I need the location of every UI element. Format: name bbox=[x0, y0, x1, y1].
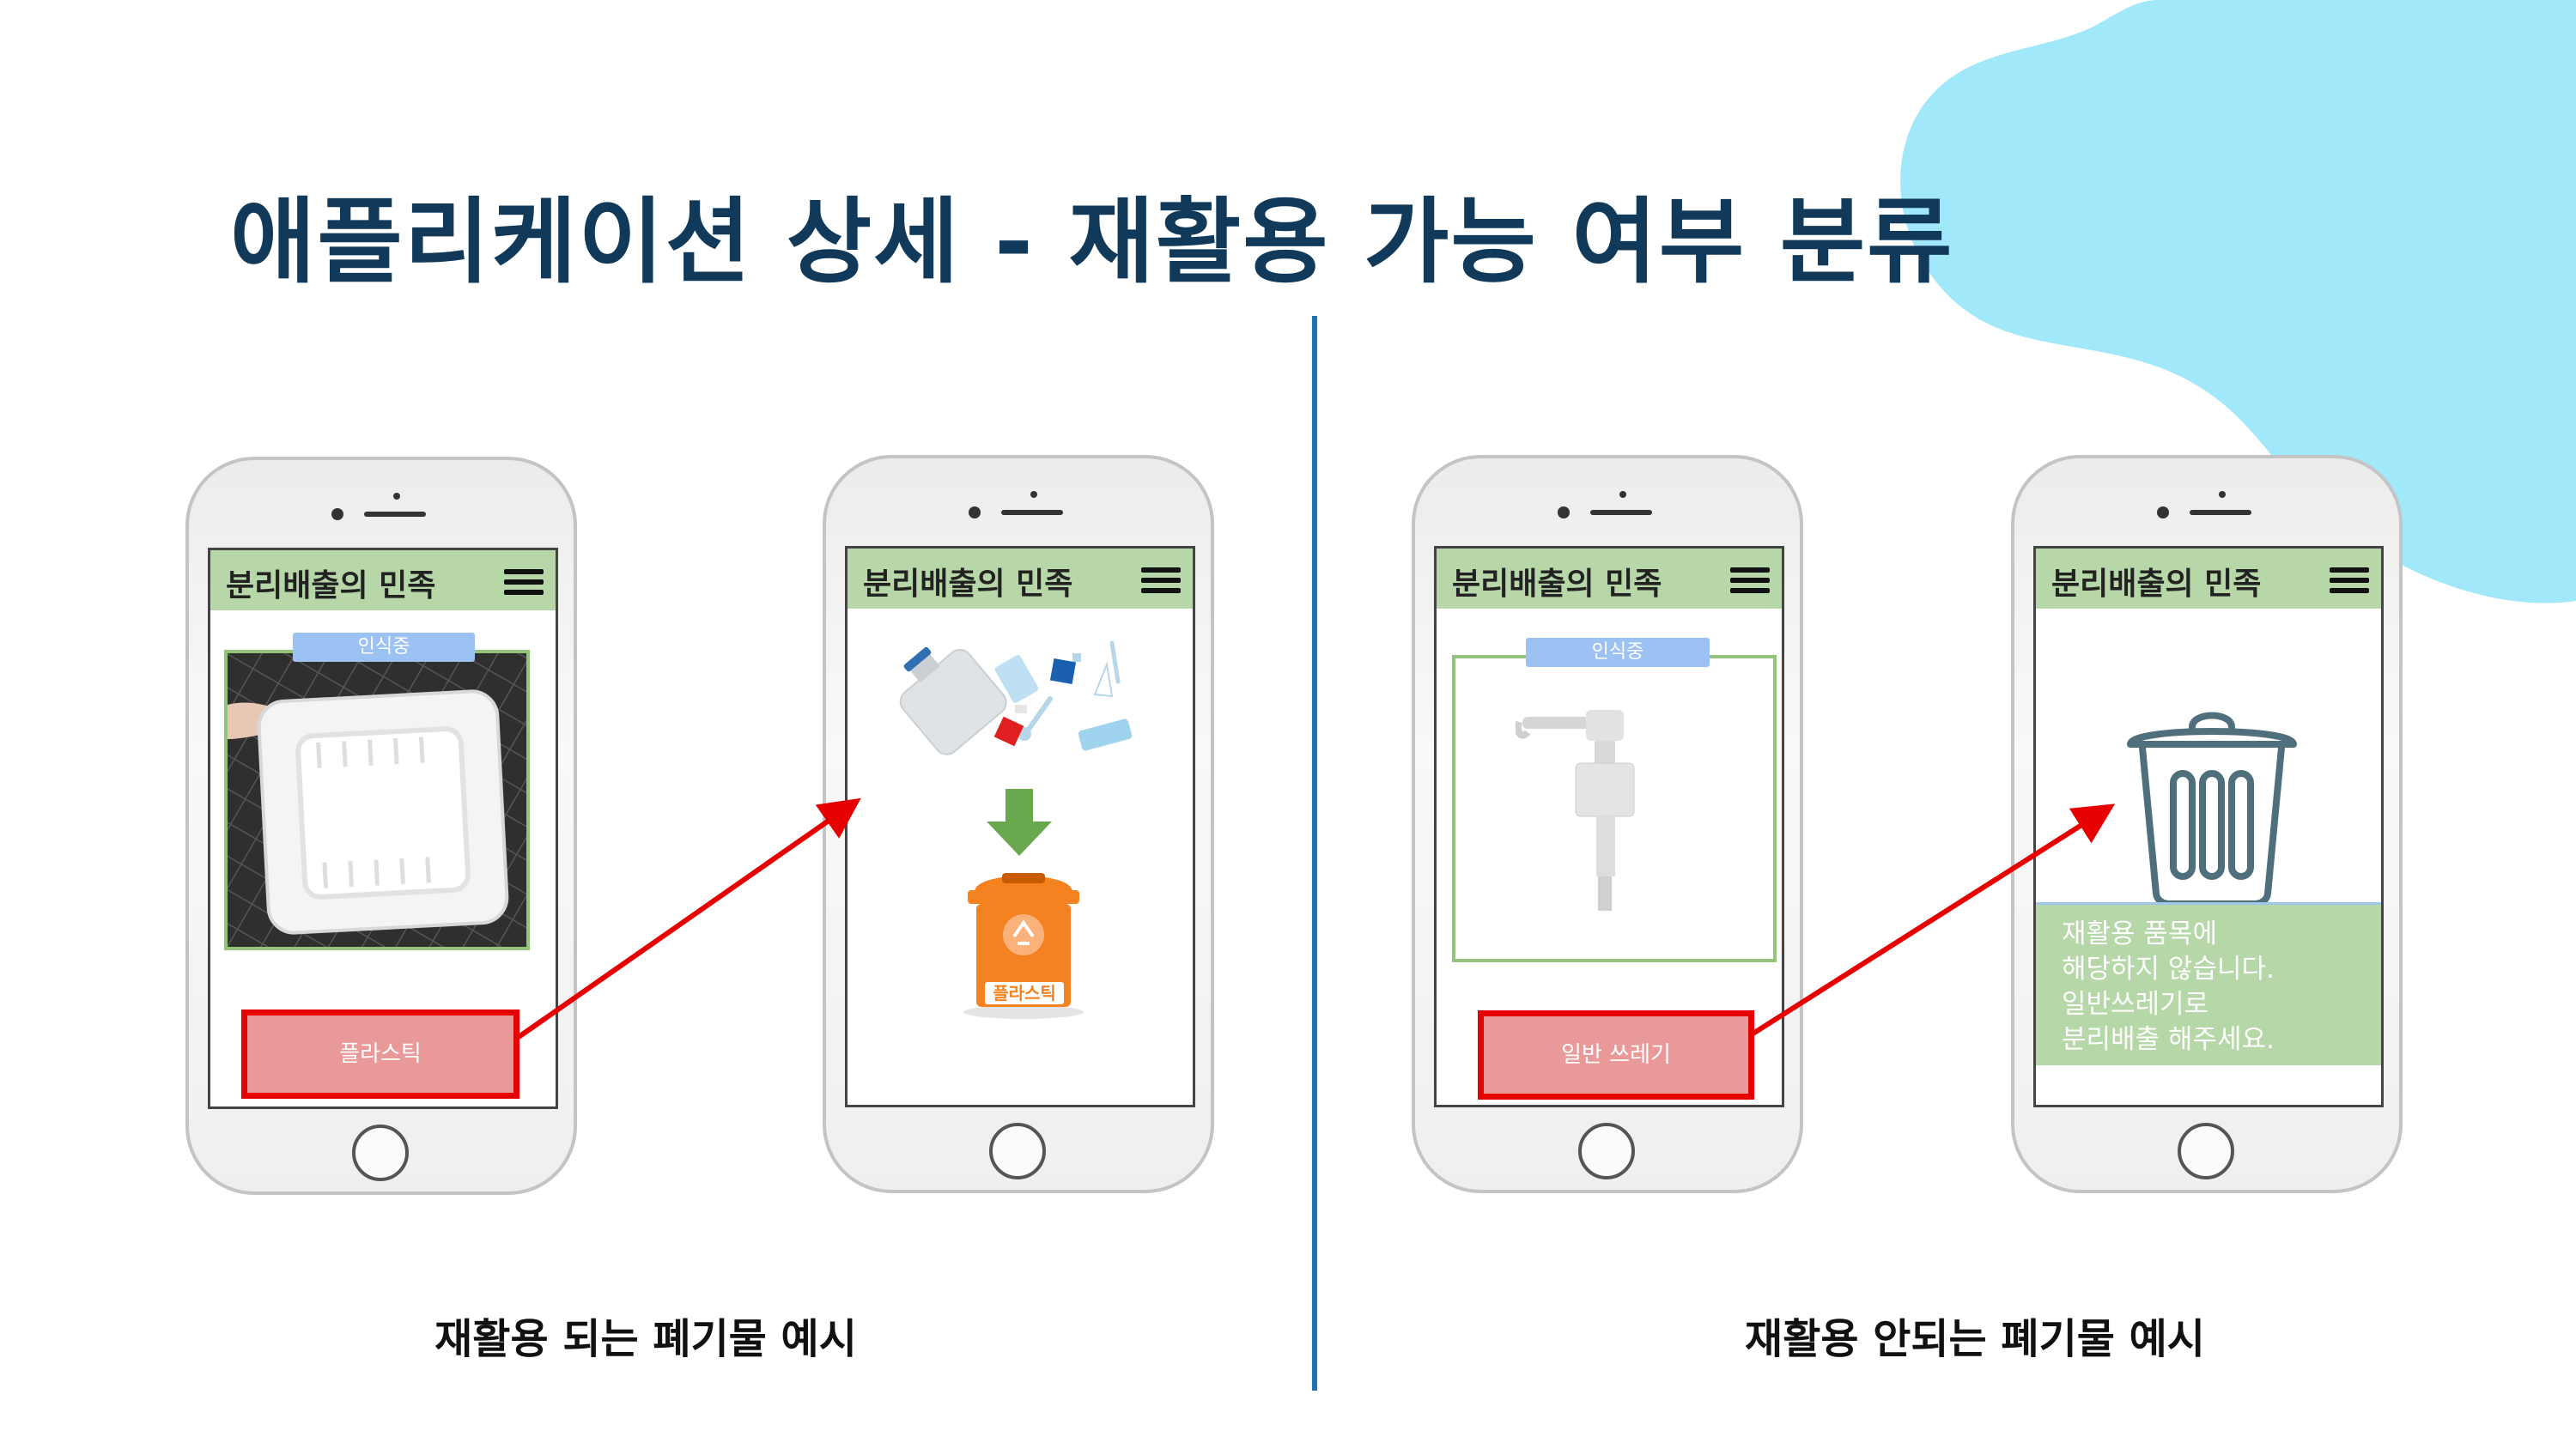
phone-speaker bbox=[969, 491, 1065, 518]
app-header: 분리배출의 민족 bbox=[1437, 549, 1782, 609]
camera-frame bbox=[224, 650, 530, 950]
general-waste-message: 재활용 품목에 해당하지 않습니다. 일반쓰레기로 분리배출 해주세요. bbox=[2036, 902, 2381, 1065]
trash-can-icon bbox=[2127, 712, 2297, 907]
recognizing-badge: 인식중 bbox=[293, 633, 475, 662]
phone-screen: 분리배출의 민족 재활용 품목에 해당하지 않습니다. 일반쓰레기로 분리배출 … bbox=[2033, 546, 2384, 1107]
home-button[interactable] bbox=[2178, 1123, 2234, 1179]
home-button[interactable] bbox=[1578, 1123, 1635, 1179]
menu-icon[interactable] bbox=[1141, 567, 1181, 593]
phone-speaker bbox=[1558, 491, 1654, 518]
app-title: 분리배출의 민족 bbox=[226, 568, 436, 603]
app-header: 분리배출의 민족 bbox=[2036, 549, 2381, 609]
camera-frame bbox=[1452, 655, 1777, 962]
app-header: 분리배출의 민족 bbox=[210, 550, 556, 610]
message-line: 재활용 품목에 bbox=[2062, 919, 2217, 949]
home-button[interactable] bbox=[989, 1123, 1046, 1179]
message-line: 해당하지 않습니다. bbox=[2062, 954, 2275, 985]
home-button[interactable] bbox=[352, 1125, 409, 1181]
caption-non-recyclable: 재활용 안되는 폐기물 예시 bbox=[1745, 1315, 2205, 1363]
app-title: 분리배출의 민족 bbox=[2051, 567, 2262, 602]
menu-icon[interactable] bbox=[2330, 567, 2369, 593]
phone-recognition-plastic: 분리배출의 민족 인식중 플라스틱 bbox=[185, 457, 577, 1195]
phone-screen: 분리배출의 민족 인식중 일반 쓰레기 bbox=[1434, 546, 1784, 1107]
message-line: 일반쓰레기로 bbox=[2062, 989, 2209, 1020]
page-title: 애플리케이션 상세 - 재활용 가능 여부 분류 bbox=[230, 189, 1954, 296]
result-button[interactable]: 일반 쓰레기 bbox=[1478, 1010, 1754, 1100]
result-button[interactable]: 플라스틱 bbox=[241, 1009, 519, 1099]
plastic-items-illustration bbox=[899, 640, 1133, 755]
down-arrow-icon bbox=[987, 789, 1052, 856]
phone-screen: 분리배출의 민족 인식중 플라스틱 bbox=[208, 548, 558, 1109]
plastic-tray-image bbox=[228, 653, 526, 947]
menu-icon[interactable] bbox=[504, 569, 544, 595]
bin-label: 플라스틱 bbox=[985, 982, 1064, 1004]
phone-general-waste-guide: 분리배출의 민족 재활용 품목에 해당하지 않습니다. 일반쓰레기로 분리배출 … bbox=[2011, 455, 2403, 1193]
section-divider bbox=[1312, 316, 1317, 1391]
caption-recyclable: 재활용 되는 폐기물 예시 bbox=[434, 1315, 857, 1363]
phone-recycle-guide: 분리배출의 민족 플라스틱 bbox=[823, 455, 1214, 1193]
phone-screen: 분리배출의 민족 플라스틱 bbox=[845, 546, 1195, 1107]
app-title: 분리배출의 민족 bbox=[863, 567, 1073, 602]
message-line: 분리배출 해주세요. bbox=[2062, 1024, 2275, 1055]
phone-speaker bbox=[331, 493, 428, 520]
pump-bottle-image bbox=[1516, 710, 1635, 911]
menu-icon[interactable] bbox=[1730, 567, 1770, 593]
phone-speaker bbox=[2157, 491, 2253, 518]
recognizing-badge: 인식중 bbox=[1526, 638, 1710, 667]
app-title: 분리배출의 민족 bbox=[1452, 567, 1662, 602]
app-header: 분리배출의 민족 bbox=[848, 549, 1193, 609]
phone-recognition-general: 분리배출의 민족 인식중 일반 쓰레기 bbox=[1412, 455, 1803, 1193]
